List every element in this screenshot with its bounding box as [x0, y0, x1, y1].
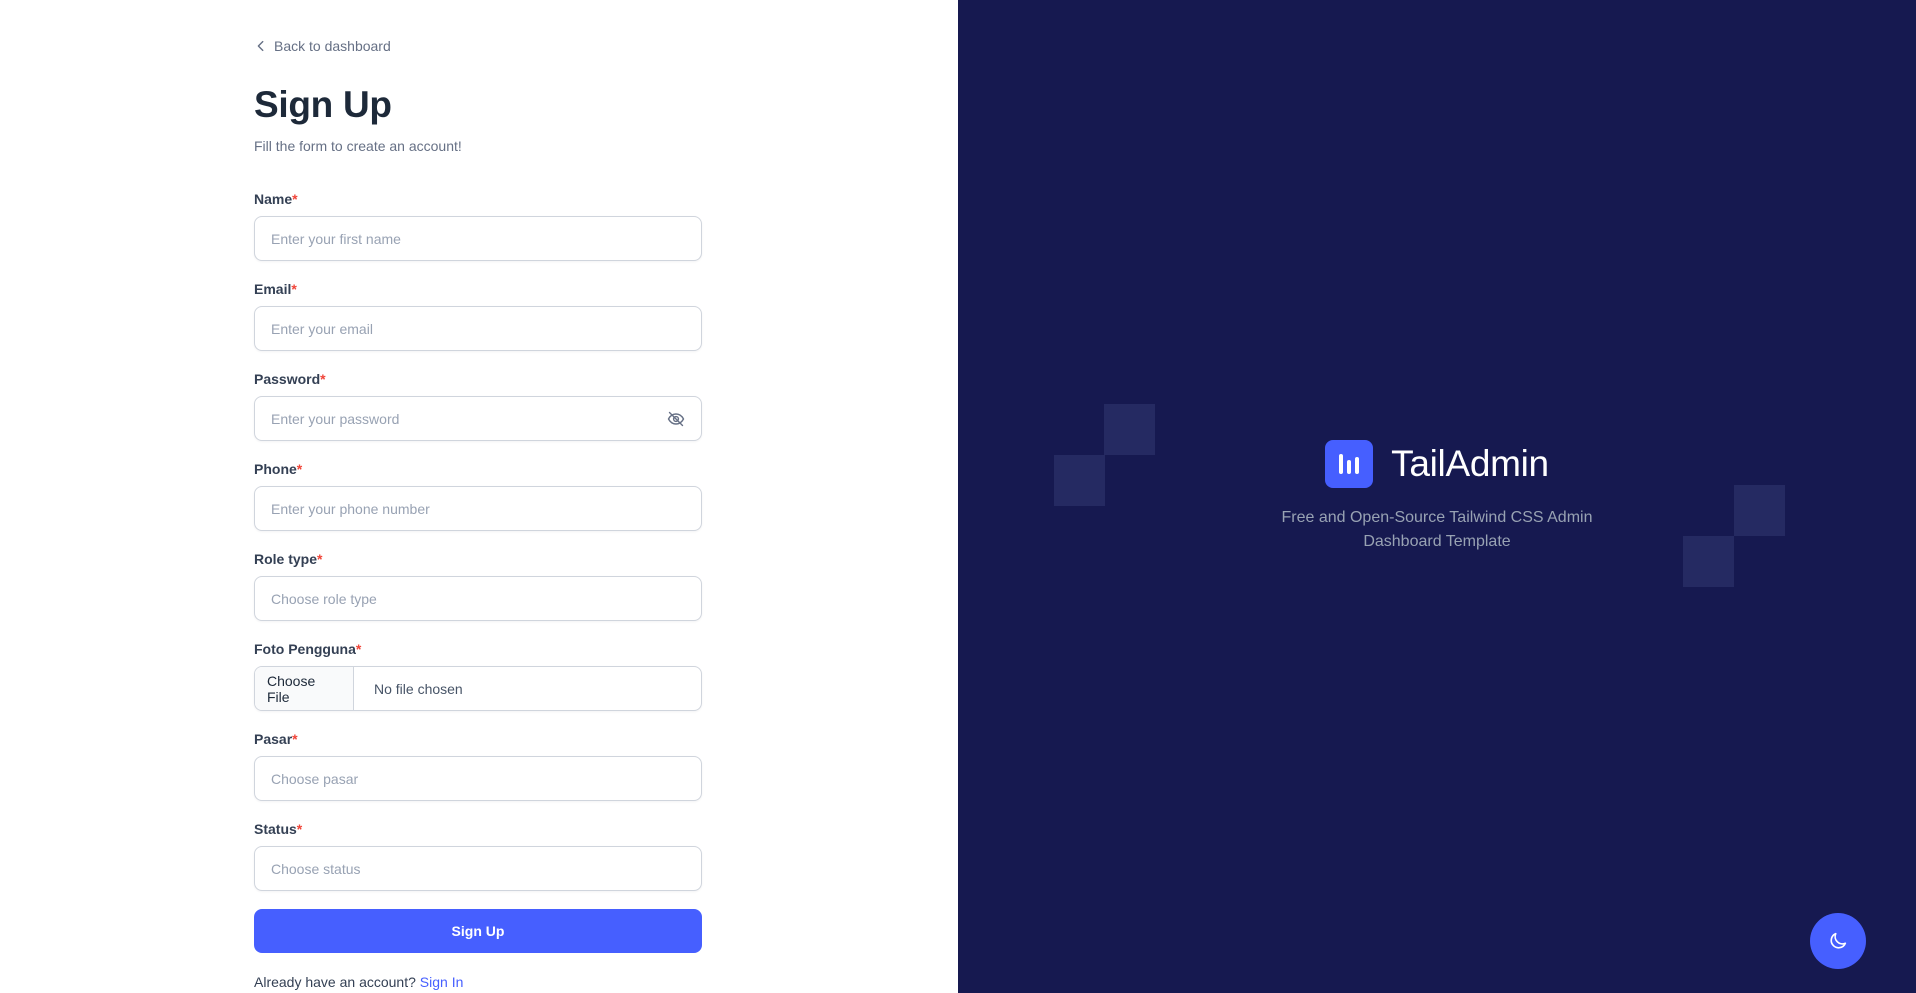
status-label: Status* — [254, 821, 303, 837]
signup-panel: Back to dashboard Sign Up Fill the form … — [0, 0, 958, 993]
name-field-group: Name* — [254, 190, 702, 261]
required-marker: * — [320, 371, 326, 387]
status-field-group: Status* Choose status — [254, 820, 702, 891]
role-type-placeholder: Choose role type — [271, 590, 377, 607]
password-input[interactable] — [254, 396, 702, 441]
status-select[interactable]: Choose status — [254, 846, 702, 891]
sign-up-button[interactable]: Sign Up — [254, 909, 702, 953]
role-type-label: Role type* — [254, 551, 323, 567]
pasar-select[interactable]: Choose pasar — [254, 756, 702, 801]
sign-in-link[interactable]: Sign In — [420, 974, 464, 990]
required-marker: * — [296, 461, 303, 477]
role-type-select[interactable]: Choose role type — [254, 576, 702, 621]
required-marker: * — [317, 551, 323, 567]
required-marker: * — [355, 641, 362, 657]
brand-logo-row: TailAdmin — [1325, 440, 1549, 488]
pasar-label: Pasar* — [254, 731, 298, 747]
status-placeholder: Choose status — [271, 860, 361, 877]
file-input: Choose File No file chosen — [254, 666, 702, 711]
brand-tagline: Free and Open-Source Tailwind CSS Admin … — [1281, 509, 1593, 550]
required-marker: * — [292, 191, 298, 207]
brand-block: TailAdmin Free and Open-Source Tailwind … — [958, 440, 1916, 554]
email-field-group: Email* — [254, 280, 702, 351]
password-field-group: Password* — [254, 370, 702, 441]
phone-input[interactable] — [254, 486, 702, 531]
choose-file-button[interactable]: Choose File — [255, 667, 354, 710]
foto-label: Foto Pengguna* — [254, 641, 362, 657]
back-link-label: Back to dashboard — [274, 38, 391, 54]
pasar-placeholder: Choose pasar — [271, 770, 359, 787]
phone-label: Phone* — [254, 461, 303, 477]
foto-field-group: Foto Pengguna* Choose File No file chose… — [254, 640, 702, 711]
email-label: Email* — [254, 281, 297, 297]
pasar-field-group: Pasar* Choose pasar — [254, 730, 702, 801]
email-input[interactable] — [254, 306, 702, 351]
brand-name: TailAdmin — [1391, 443, 1549, 484]
phone-field-group: Phone* — [254, 460, 702, 531]
required-marker: * — [292, 731, 298, 747]
chevron-left-icon — [257, 40, 264, 52]
page-subtitle: Fill the form to create an account! — [254, 138, 462, 154]
eye-off-icon[interactable] — [666, 409, 686, 429]
theme-toggle-button[interactable] — [1810, 913, 1866, 969]
required-marker: * — [291, 281, 297, 297]
name-input[interactable] — [254, 216, 702, 261]
bar-chart-logo-icon — [1325, 440, 1374, 488]
page-title: Sign Up — [254, 84, 392, 125]
password-label: Password* — [254, 371, 326, 387]
signin-prompt: Already have an account? Sign In — [254, 974, 463, 990]
name-label: Name* — [254, 191, 298, 207]
back-to-dashboard-link[interactable]: Back to dashboard — [254, 38, 391, 54]
required-marker: * — [296, 821, 303, 837]
brand-panel: TailAdmin Free and Open-Source Tailwind … — [958, 0, 1916, 993]
role-type-field-group: Role type* Choose role type — [254, 550, 702, 621]
password-input-wrapper — [254, 396, 702, 441]
moon-icon — [1830, 932, 1847, 949]
file-status-text: No file chosen — [374, 680, 463, 697]
signin-prompt-text: Already have an account? — [254, 974, 416, 990]
